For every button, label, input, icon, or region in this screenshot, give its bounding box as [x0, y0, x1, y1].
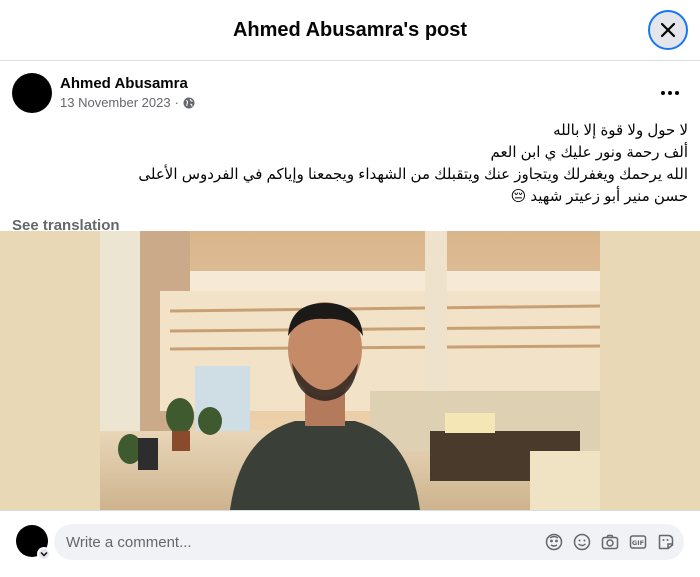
emoji-icon[interactable] [572, 532, 592, 552]
author-name[interactable]: Ahmed Abusamra [60, 75, 188, 92]
post-text: لا حول ولا قوة إلا بالله ألف رحمة ونور ع… [0, 120, 700, 208]
comment-bar: GIF [0, 510, 700, 577]
more-options-button[interactable] [656, 79, 684, 107]
globe-icon [183, 97, 195, 108]
comment-input[interactable] [66, 524, 526, 560]
dialog-title: Ahmed Abusamra's post [232, 18, 468, 41]
camera-icon[interactable] [600, 532, 620, 552]
post-photo-container[interactable] [0, 231, 700, 510]
close-button[interactable] [648, 10, 688, 50]
meta-separator: · [174, 95, 179, 110]
post-text-line: الله يرحمك ويغفرلك ويتجاوز عنك ويتقبلك م… [138, 166, 688, 183]
sticker-icon[interactable] [656, 532, 676, 552]
gif-icon[interactable]: GIF [628, 532, 648, 552]
post-header: Ahmed Abusamra 13 November 2023 · [0, 73, 700, 121]
comment-box[interactable]: GIF [54, 524, 684, 560]
svg-text:GIF: GIF [632, 539, 644, 547]
post-meta: 13 November 2023 · [60, 95, 195, 110]
post-date[interactable]: 13 November 2023 [60, 95, 171, 110]
close-icon [660, 22, 676, 38]
avatar-sticker-icon[interactable] [544, 532, 564, 552]
comment-icons: GIF [544, 532, 676, 552]
dialog-header: Ahmed Abusamra's post [0, 0, 700, 61]
post-text-line: حسن منير أبو زعيتر شهيد 😔 [510, 188, 688, 205]
post-photo[interactable] [100, 231, 600, 510]
post-dialog: Ahmed Abusamra's post Ahmed Abusamra 13 … [0, 0, 700, 577]
chevron-down-icon[interactable] [37, 547, 51, 561]
post-text-line: لا حول ولا قوة إلا بالله [553, 122, 688, 139]
post-text-line: ألف رحمة ونور عليك ي ابن العم [490, 144, 688, 161]
author-avatar[interactable] [12, 73, 52, 113]
